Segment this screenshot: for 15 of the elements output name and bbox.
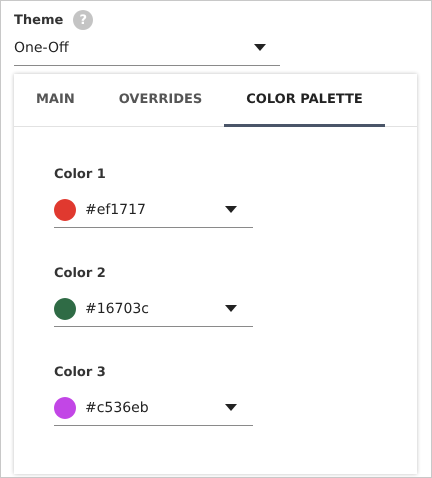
theme-select[interactable]: One-Off [14, 30, 280, 66]
caret-icon [254, 44, 266, 51]
tab[interactable]: MAIN [14, 74, 97, 127]
color-label: Color 3 [54, 365, 107, 380]
caret-icon [225, 206, 237, 213]
theme-label: Theme [14, 12, 64, 28]
tab[interactable]: COLOR PALETTE [224, 74, 385, 127]
color-label: Color 2 [54, 266, 107, 281]
caret-icon [225, 305, 237, 312]
color-select[interactable]: #16703c [54, 291, 253, 327]
tab[interactable]: OVERRIDES [96, 74, 224, 127]
color-select[interactable]: #ef1717 [54, 192, 253, 228]
caret-icon [225, 404, 237, 411]
color-label: Color 1 [54, 167, 107, 182]
color-select[interactable]: #c536eb [54, 390, 253, 426]
